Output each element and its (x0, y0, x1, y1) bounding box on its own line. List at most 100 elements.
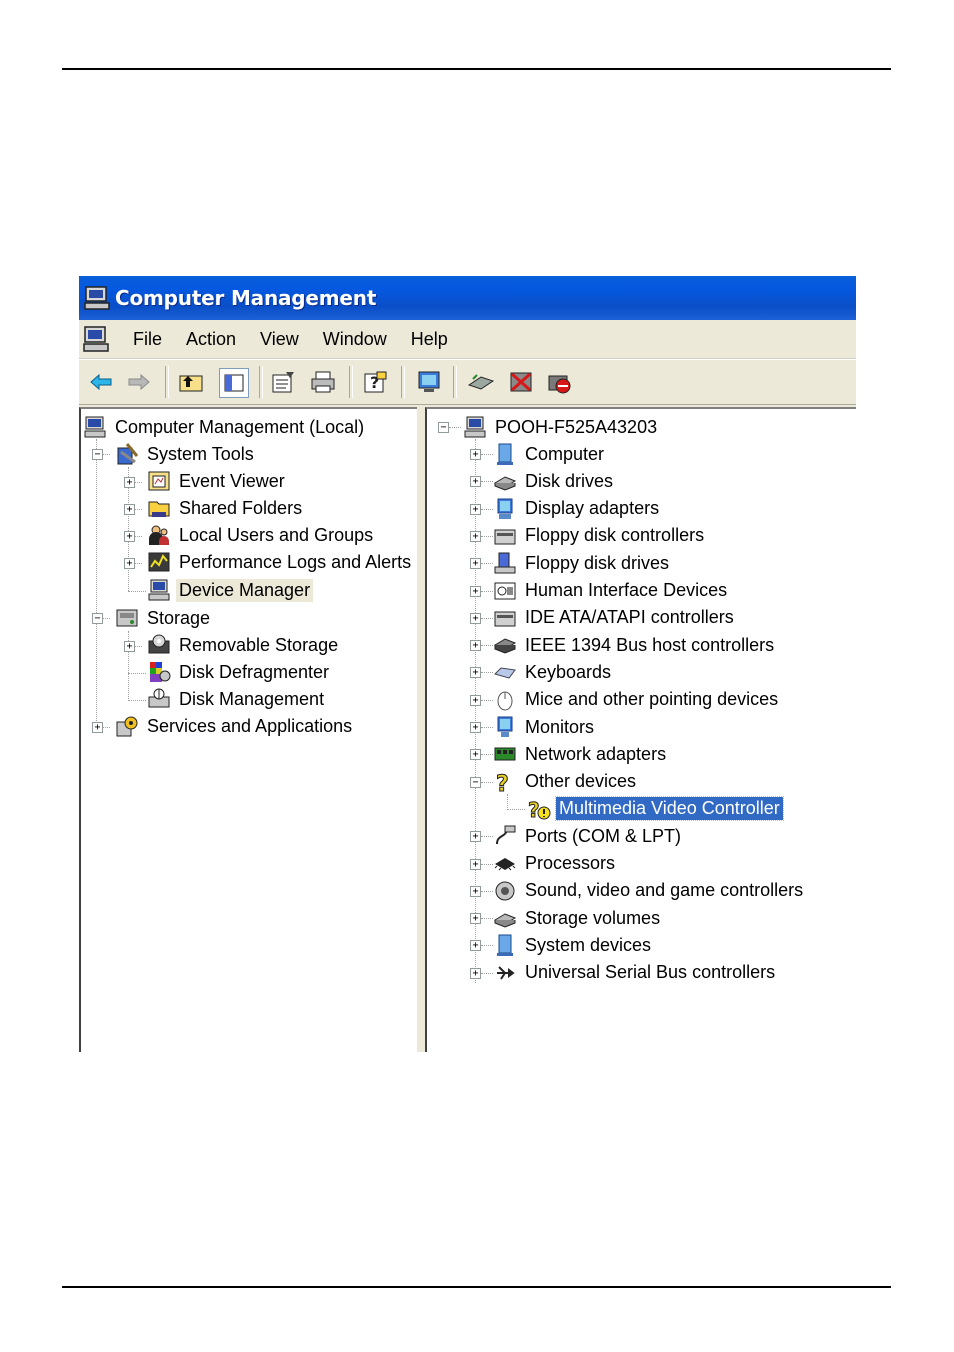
device-category[interactable]: IDE ATA/ATAPI controllers (493, 605, 737, 631)
toolbar-separator (165, 366, 169, 398)
menu-window[interactable]: Window (311, 329, 399, 350)
folder-icon (147, 496, 171, 520)
toolbar-separator (453, 366, 457, 398)
device-category[interactable]: Network adapters (493, 741, 669, 767)
port-icon (493, 824, 517, 848)
expand-toggle[interactable]: + (470, 503, 481, 515)
toolbar-separator (259, 366, 263, 398)
device-category[interactable]: ? Other devices (493, 769, 639, 797)
tree-node-disk-management[interactable]: Disk Management (147, 686, 327, 712)
expand-toggle[interactable]: + (92, 722, 103, 733)
tree-node-removable-storage[interactable]: Removable Storage (147, 632, 341, 658)
uninstall-icon[interactable] (507, 368, 535, 396)
expand-toggle[interactable]: + (470, 967, 481, 979)
expand-toggle[interactable]: + (470, 640, 481, 652)
device-category[interactable]: Processors (493, 851, 618, 877)
device-category[interactable]: Keyboards (493, 659, 614, 685)
expand-toggle[interactable]: + (470, 858, 481, 870)
expand-toggle[interactable]: + (124, 531, 135, 542)
tree-node-system-tools[interactable]: System Tools (115, 441, 257, 467)
tree-node-shared-folders[interactable]: Shared Folders (147, 495, 305, 521)
warning-device-icon: ? (527, 797, 551, 822)
device-category[interactable]: Mice and other pointing devices (493, 687, 781, 713)
disable-icon[interactable] (545, 368, 573, 396)
expand-toggle[interactable]: + (124, 504, 135, 515)
device-label: System devices (525, 934, 652, 955)
device-category[interactable]: Monitors (493, 714, 597, 740)
device-category[interactable]: Sound, video and game controllers (493, 878, 806, 904)
menu-help[interactable]: Help (399, 329, 460, 350)
device-category[interactable]: Computer (493, 441, 607, 467)
device-category[interactable]: Floppy disk controllers (493, 523, 707, 549)
device-tree-pane[interactable]: − POOH-F525A43203 + Computer + Disk drives +… (425, 407, 856, 1052)
usb-icon (493, 961, 517, 985)
expand-toggle[interactable]: + (470, 940, 481, 952)
device-category[interactable]: Ports (COM & LPT) (493, 823, 684, 849)
menu-file[interactable]: File (121, 329, 174, 350)
device-category[interactable]: Display adapters (493, 496, 662, 522)
expand-toggle[interactable]: + (470, 558, 481, 570)
scan-hardware-icon[interactable] (467, 368, 495, 396)
collapse-toggle[interactable]: − (92, 613, 103, 624)
device-category[interactable]: Floppy disk drives (493, 550, 672, 576)
expand-toggle[interactable]: + (470, 913, 481, 925)
expand-toggle[interactable]: + (470, 722, 481, 733)
monitor-icon (493, 715, 517, 739)
tree-node-disk-defragmenter[interactable]: Disk Defragmenter (147, 659, 332, 685)
expand-toggle[interactable]: + (470, 885, 481, 897)
expand-toggle[interactable]: + (470, 476, 481, 488)
expand-toggle[interactable]: + (470, 694, 481, 706)
help-icon[interactable]: ? (361, 368, 389, 396)
device-label: Multimedia Video Controller (555, 796, 784, 822)
print-icon[interactable] (309, 368, 337, 396)
device-label: Keyboards (525, 661, 612, 682)
expand-toggle[interactable]: + (470, 530, 481, 542)
svg-text:?: ? (496, 772, 509, 794)
tree-node-local-users[interactable]: Local Users and Groups (147, 522, 376, 548)
menu-action[interactable]: Action (174, 329, 248, 350)
storage-icon (115, 606, 139, 630)
expand-toggle[interactable]: + (470, 831, 481, 843)
computer-icon[interactable] (81, 325, 111, 353)
expand-toggle[interactable]: + (124, 641, 135, 652)
device-root[interactable]: POOH-F525A43203 (463, 414, 660, 440)
device-category[interactable]: Human Interface Devices (493, 578, 730, 604)
properties-icon[interactable] (269, 368, 297, 396)
collapse-toggle[interactable]: − (438, 422, 449, 433)
device-category[interactable]: Storage volumes (493, 905, 663, 931)
back-icon[interactable] (87, 368, 115, 396)
expand-toggle[interactable]: + (470, 449, 481, 460)
collapse-toggle[interactable]: − (92, 449, 103, 460)
device-category[interactable]: Disk drives (493, 468, 616, 494)
expand-toggle[interactable]: + (470, 585, 481, 597)
title-bar[interactable]: Computer Management (79, 276, 856, 320)
hid-icon (493, 579, 517, 603)
expand-toggle[interactable]: + (470, 667, 481, 679)
console-tree-pane[interactable]: Computer Management (Local) − System Too… (79, 407, 419, 1052)
device-category[interactable]: Universal Serial Bus controllers (493, 960, 778, 986)
expand-toggle[interactable]: + (124, 558, 135, 569)
device-category[interactable]: System devices (493, 932, 654, 958)
expand-toggle[interactable]: + (124, 477, 135, 488)
tree-node-root[interactable]: Computer Management (Local) (83, 414, 367, 440)
tree-node-device-manager[interactable]: Device Manager (147, 577, 314, 603)
tree-node-perf-logs[interactable]: Performance Logs and Alerts (147, 549, 414, 575)
expand-toggle[interactable]: + (470, 612, 481, 624)
device-category[interactable]: IEEE 1394 Bus host controllers (493, 632, 777, 658)
show-hide-tree-icon[interactable] (219, 368, 249, 398)
tree-node-event-viewer[interactable]: Event Viewer (147, 468, 288, 494)
storage-volume-icon (493, 906, 517, 930)
tree-node-services[interactable]: Services and Applications (115, 713, 355, 739)
device-item[interactable]: ? Multimedia Video Controller (527, 796, 784, 822)
tree-node-storage[interactable]: Storage (115, 605, 213, 631)
toolbar-separator (401, 366, 405, 398)
monitor-icon[interactable] (415, 368, 443, 396)
computer-management-window: Computer Management File Action View Win… (79, 276, 856, 1052)
device-label: Network adapters (525, 743, 667, 764)
collapse-toggle[interactable]: − (470, 776, 481, 788)
menu-view[interactable]: View (248, 329, 311, 350)
up-folder-icon[interactable] (177, 368, 205, 396)
tools-icon (115, 442, 139, 466)
forward-icon[interactable] (125, 368, 153, 396)
expand-toggle[interactable]: + (470, 749, 481, 761)
